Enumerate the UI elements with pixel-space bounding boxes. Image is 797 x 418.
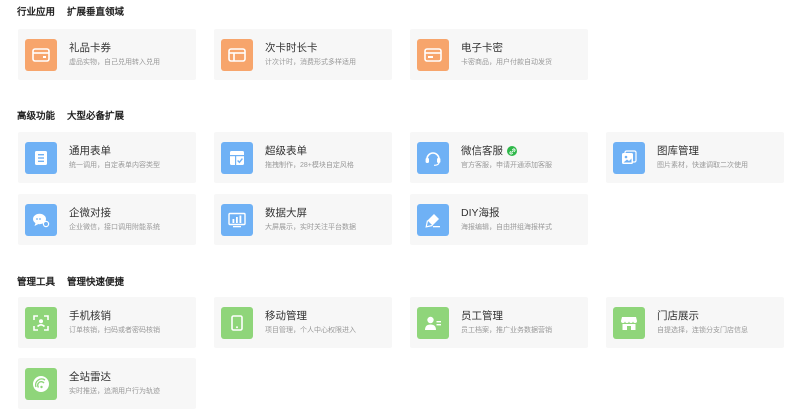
card-name: 门店展示 xyxy=(657,310,699,322)
card-desc: 自提选择，连锁分支门店信息 xyxy=(657,327,748,334)
link-badge-icon xyxy=(507,146,517,156)
form-grid-check-icon xyxy=(230,150,244,165)
storefront-icon xyxy=(621,316,637,330)
card-name: 超级表单 xyxy=(265,145,307,157)
scan-frame-icon xyxy=(33,314,49,331)
section-subtitle: 扩展垂直领域 xyxy=(67,7,125,18)
card-name: 员工管理 xyxy=(461,310,503,322)
image-gallery-icon xyxy=(622,149,637,164)
card-desc: 官方客服，申请开通添加客服 xyxy=(461,162,552,169)
card-e-card-key[interactable]: 电子卡密 卡密商品，用户付款自动发货 xyxy=(410,29,588,80)
card-desc: 订单核销，扫码或者密码核销 xyxy=(69,327,160,334)
card-name: 次卡时长卡 xyxy=(265,42,318,54)
e-card-icon xyxy=(424,47,442,62)
card-icon-tile xyxy=(221,38,253,71)
card-name: 微信客服 xyxy=(461,145,503,157)
section-title: 高级功能 xyxy=(17,111,56,122)
card-store-display[interactable]: 门店展示 自提选择，连锁分支门店信息 xyxy=(606,297,784,348)
card-desc: 拖拽制作，28+模块自定风格 xyxy=(265,162,354,169)
card-icon-tile xyxy=(25,141,57,174)
card-data-screen[interactable]: 数据大屏 大屏展示，实时关注平台数据 xyxy=(214,194,392,245)
section-title: 管理工具 xyxy=(17,277,56,288)
card-icon-tile xyxy=(25,203,57,236)
card-icon-tile xyxy=(613,306,645,339)
card-times-card[interactable]: 次卡时长卡 计次计时，消费形式多样适用 xyxy=(214,29,392,80)
section-header: 行业应用 扩展垂直领域 xyxy=(17,4,124,18)
card-desc: 虚品实物，自己兑用转入兑用 xyxy=(69,59,160,66)
chat-bubbles-icon xyxy=(33,213,50,227)
card-icon-tile xyxy=(417,38,449,71)
card-desc: 项目管理，个人中心权限进入 xyxy=(265,327,356,334)
card-name: 通用表单 xyxy=(69,145,111,157)
card-icon-tile xyxy=(221,306,253,339)
card-name: 全站雷达 xyxy=(69,371,111,383)
card-desc: 图片素材，快速调取二次使用 xyxy=(657,162,748,169)
card-icon-tile xyxy=(613,141,645,174)
section-subtitle: 大型必备扩展 xyxy=(67,111,125,122)
card-desc: 员工档案，推广业务数据营销 xyxy=(461,327,552,334)
card-mobile-management[interactable]: 移动管理 项目管理，个人中心权限进入 xyxy=(214,297,392,348)
section-subtitle: 管理快速便捷 xyxy=(67,277,125,288)
card-wechat-service[interactable]: 微信客服 官方客服，申请开通添加客服 xyxy=(410,132,588,183)
card-icon-tile xyxy=(25,38,57,71)
card-super-form[interactable]: 超级表单 拖拽制作，28+模块自定风格 xyxy=(214,132,392,183)
card-diy-poster[interactable]: DIY海报 海报编辑，自由拼组海报样式 xyxy=(410,194,588,245)
employee-user-icon xyxy=(425,316,441,330)
card-wecom-integration[interactable]: 企微对接 企业微信，接口调用附能系统 xyxy=(18,194,196,245)
headset-icon xyxy=(425,151,441,166)
ticket-card-icon xyxy=(228,47,246,62)
brush-pen-icon xyxy=(425,213,440,228)
card-name-row: 微信客服 xyxy=(461,144,552,158)
card-name: 礼品卡券 xyxy=(69,42,111,54)
card-name: 电子卡密 xyxy=(461,42,503,54)
card-desc: 卡密商品，用户付款自动发货 xyxy=(461,59,552,66)
card-site-radar[interactable]: 全站雷达 实时推送，追溯用户行为轨迹 xyxy=(18,358,196,409)
card-icon-tile xyxy=(221,141,253,174)
card-name: 图库管理 xyxy=(657,145,699,157)
section-header: 高级功能 大型必备扩展 xyxy=(17,108,124,122)
card-desc: 企业微信，接口调用附能系统 xyxy=(69,224,160,231)
card-staff-management[interactable]: 员工管理 员工档案，推广业务数据营销 xyxy=(410,297,588,348)
card-desc: 计次计时，消费形式多样适用 xyxy=(265,59,356,66)
card-icon-tile xyxy=(417,141,449,174)
list-document-icon xyxy=(35,150,47,165)
card-desc: 统一调用，自定表单内容类型 xyxy=(69,162,160,169)
section-title: 行业应用 xyxy=(17,7,56,18)
card-desc: 大屏展示，实时关注平台数据 xyxy=(265,224,356,231)
mobile-phone-icon xyxy=(231,314,243,331)
card-name: DIY海报 xyxy=(461,207,500,219)
card-name: 移动管理 xyxy=(265,310,307,322)
card-icon-tile xyxy=(417,203,449,236)
card-icon-tile xyxy=(25,367,57,400)
card-mobile-verification[interactable]: 手机核销 订单核销，扫码或者密码核销 xyxy=(18,297,196,348)
card-icon-tile xyxy=(417,306,449,339)
wallet-card-icon xyxy=(32,47,50,62)
card-name: 数据大屏 xyxy=(265,207,307,219)
card-gift-voucher[interactable]: 礼品卡券 虚品实物，自己兑用转入兑用 xyxy=(18,29,196,80)
card-name: 手机核销 xyxy=(69,310,111,322)
radar-signal-icon xyxy=(33,375,49,392)
card-desc: 海报编辑，自由拼组海报样式 xyxy=(461,224,552,231)
card-icon-tile xyxy=(221,203,253,236)
bar-chart-screen-icon xyxy=(228,212,246,227)
card-icon-tile xyxy=(25,306,57,339)
card-desc: 实时推送，追溯用户行为轨迹 xyxy=(69,388,160,395)
card-general-form[interactable]: 通用表单 统一调用，自定表单内容类型 xyxy=(18,132,196,183)
section-header: 管理工具 管理快速便捷 xyxy=(17,274,124,288)
card-gallery-management[interactable]: 图库管理 图片素材，快速调取二次使用 xyxy=(606,132,784,183)
card-name: 企微对接 xyxy=(69,207,111,219)
